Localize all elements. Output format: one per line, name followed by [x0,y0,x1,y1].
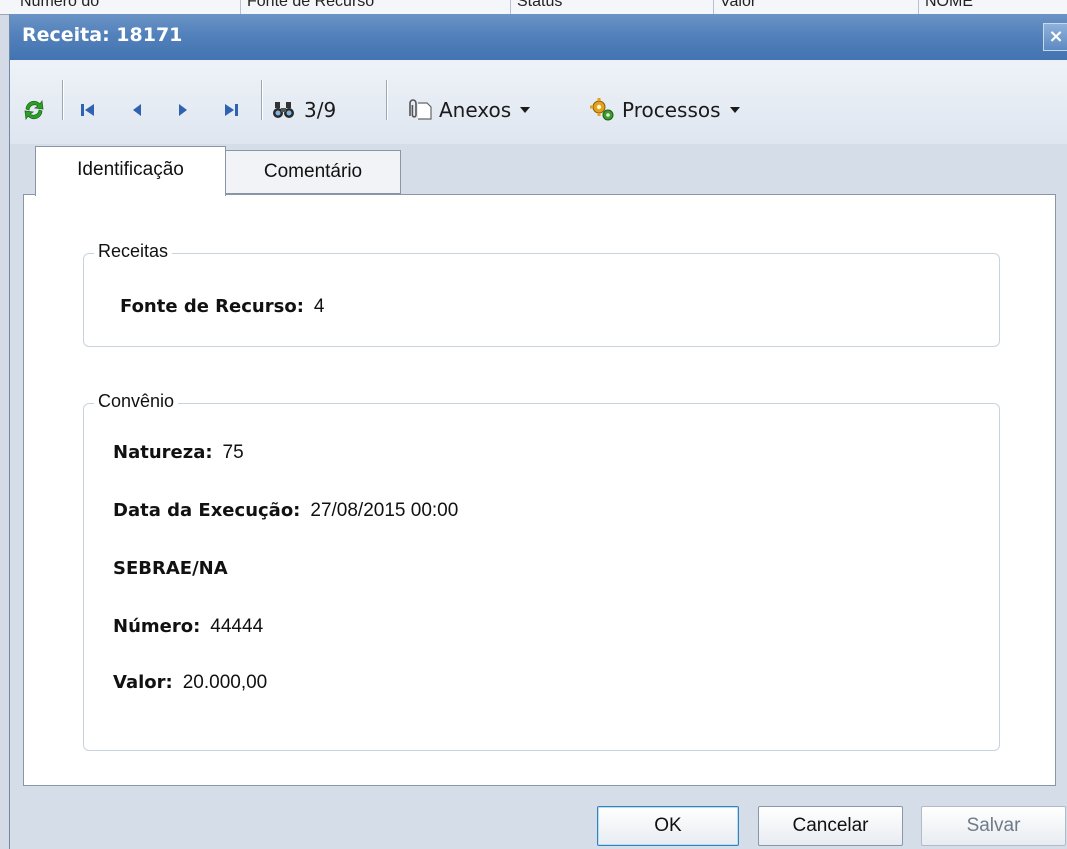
binoculars-icon [273,102,294,118]
background-grid-header: Número do Fonte de Recurso Status Valor … [0,0,1067,15]
save-button[interactable]: Salvar [921,806,1066,846]
sebrae-field: SEBRAE/NA [113,558,238,580]
next-record-button[interactable] [176,60,190,160]
data-execucao-field: Data da Execução: 27/08/2015 00:00 [113,500,458,522]
gears-icon [590,98,614,121]
field-label: Valor: [113,672,173,693]
next-icon [179,104,187,116]
cancel-button[interactable]: Cancelar [758,806,903,846]
record-position-text: 3/9 [304,98,337,122]
first-record-button[interactable] [79,60,97,160]
anexos-menu-button[interactable]: Anexos [403,60,537,160]
first-record-icon [81,104,94,116]
refresh-button[interactable] [22,60,46,160]
last-record-button[interactable] [222,60,240,160]
tab-panel: Receitas Fonte de Recurso: 4 Convênio Nat… [23,194,1056,786]
convenio-legend: Convênio [94,391,179,412]
field-value: 44444 [210,616,264,637]
refresh-icon [24,99,44,121]
field-label: SEBRAE/NA [113,558,228,579]
field-value: 75 [222,442,244,463]
field-label: Fonte de Recurso: [120,296,304,317]
grid-column-header: NOME [918,0,973,14]
processos-label: Processos [622,98,721,122]
chevron-down-icon [729,107,740,113]
record-position: 3/9 [304,60,336,160]
fonte-de-recurso-field: Fonte de Recurso: 4 [120,296,324,318]
receitas-legend: Receitas [94,241,173,262]
tab-identificacao[interactable]: Identificação [35,146,226,196]
toolbar-separator [386,80,388,120]
last-record-icon [225,104,238,116]
previous-icon [133,104,141,116]
grid-column-header: Status [510,0,562,14]
find-button[interactable] [272,60,296,160]
ok-button[interactable]: OK [597,806,739,846]
receitas-group: Receitas Fonte de Recurso: 4 [83,241,1000,347]
toolbar: 3/9 Anexos Processos [10,60,1067,144]
field-label: Número: [113,616,201,637]
window-title: Receita: 18171 [22,24,183,46]
close-button[interactable]: × [1043,23,1067,51]
natureza-field: Natureza: 75 [113,442,244,464]
valor-field: Valor: 20.000,00 [113,672,267,694]
grid-column-header: Fonte de Recurso [240,0,374,14]
numero-field: Número: 44444 [113,616,263,638]
toolbar-separator [62,80,64,120]
content-area: Identificação Comentário Receitas Fonte … [23,146,1056,786]
grid-column-header: Número do [20,0,100,10]
field-value: 4 [313,296,325,317]
processos-menu-button[interactable]: Processos [588,60,747,160]
paperclip-icon [409,99,432,120]
previous-record-button[interactable] [130,60,144,160]
field-value: 20.000,00 [182,672,268,693]
grid-column-header: Valor [713,0,756,14]
dialog-window: Receita: 18171 × 3/9 Anexos Processos Id… [9,14,1067,849]
field-label: Data da Execução: [113,500,301,521]
title-bar: Receita: 18171 × [10,14,1067,60]
tab-comentario[interactable]: Comentário [226,150,401,194]
field-value: 27/08/2015 00:00 [310,500,459,521]
field-label: Natureza: [113,442,213,463]
convenio-group: Convênio Natureza: 75 Data da Execução: 27… [83,391,1000,751]
toolbar-separator [261,80,263,120]
chevron-down-icon [520,107,531,113]
anexos-label: Anexos [439,98,512,122]
